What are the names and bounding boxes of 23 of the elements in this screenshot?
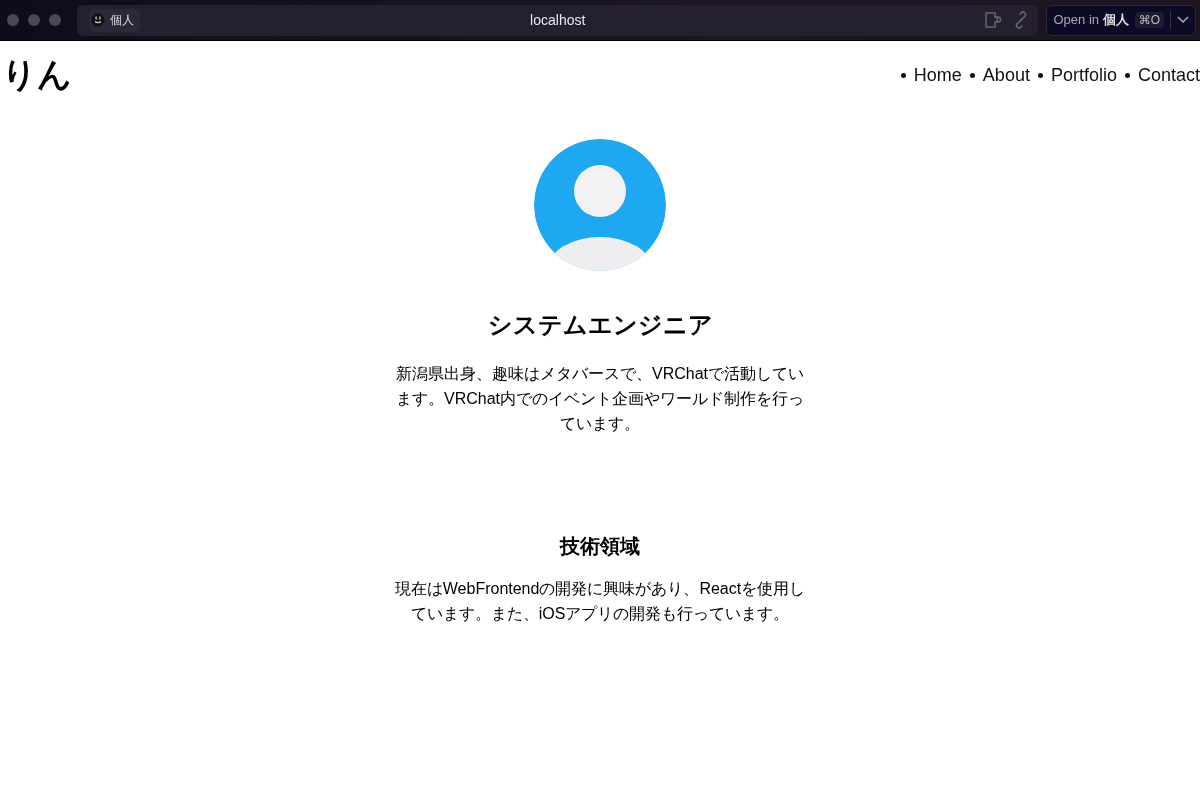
nav-link[interactable]: Contact bbox=[1137, 64, 1200, 86]
chevron-down-icon[interactable] bbox=[1177, 16, 1189, 24]
bio-text: 新潟県出身、趣味はメタバースで、VRChatで活動しています。VRChat内でのイベント企画やワールド制作を行っています。 bbox=[395, 364, 805, 434]
profile-button[interactable]: 個人 bbox=[89, 8, 140, 32]
window-control-icon[interactable] bbox=[49, 14, 61, 26]
profile-title: システムエンジニア bbox=[487, 310, 713, 340]
open-in-button[interactable]: Open in 個人 ⌘O bbox=[1046, 4, 1196, 36]
smiley-icon bbox=[91, 13, 105, 27]
nav-link[interactable]: Portfolio bbox=[1050, 64, 1117, 86]
bullet-icon bbox=[1124, 72, 1130, 78]
bullet-icon bbox=[1037, 72, 1043, 78]
url-text: localhost bbox=[530, 12, 586, 28]
address-bar[interactable]: 個人 localhost bbox=[77, 4, 1039, 36]
bullet-icon bbox=[969, 72, 975, 78]
window-control-icon[interactable] bbox=[28, 14, 40, 26]
section-heading: 技術領域 bbox=[560, 534, 640, 559]
window-control-icon[interactable] bbox=[7, 14, 19, 26]
section-text: 現在はWebFrontendの開発に興味があり、Reactを使用しています。また、iOSアプリの開発も行っています。 bbox=[394, 579, 806, 624]
nav-link[interactable]: Home bbox=[913, 64, 962, 86]
shortcut-label: ⌘O bbox=[1134, 12, 1164, 28]
site-logo[interactable]: りん bbox=[2, 52, 72, 98]
bullet-icon bbox=[900, 72, 906, 78]
nav-link[interactable]: About bbox=[982, 64, 1030, 86]
